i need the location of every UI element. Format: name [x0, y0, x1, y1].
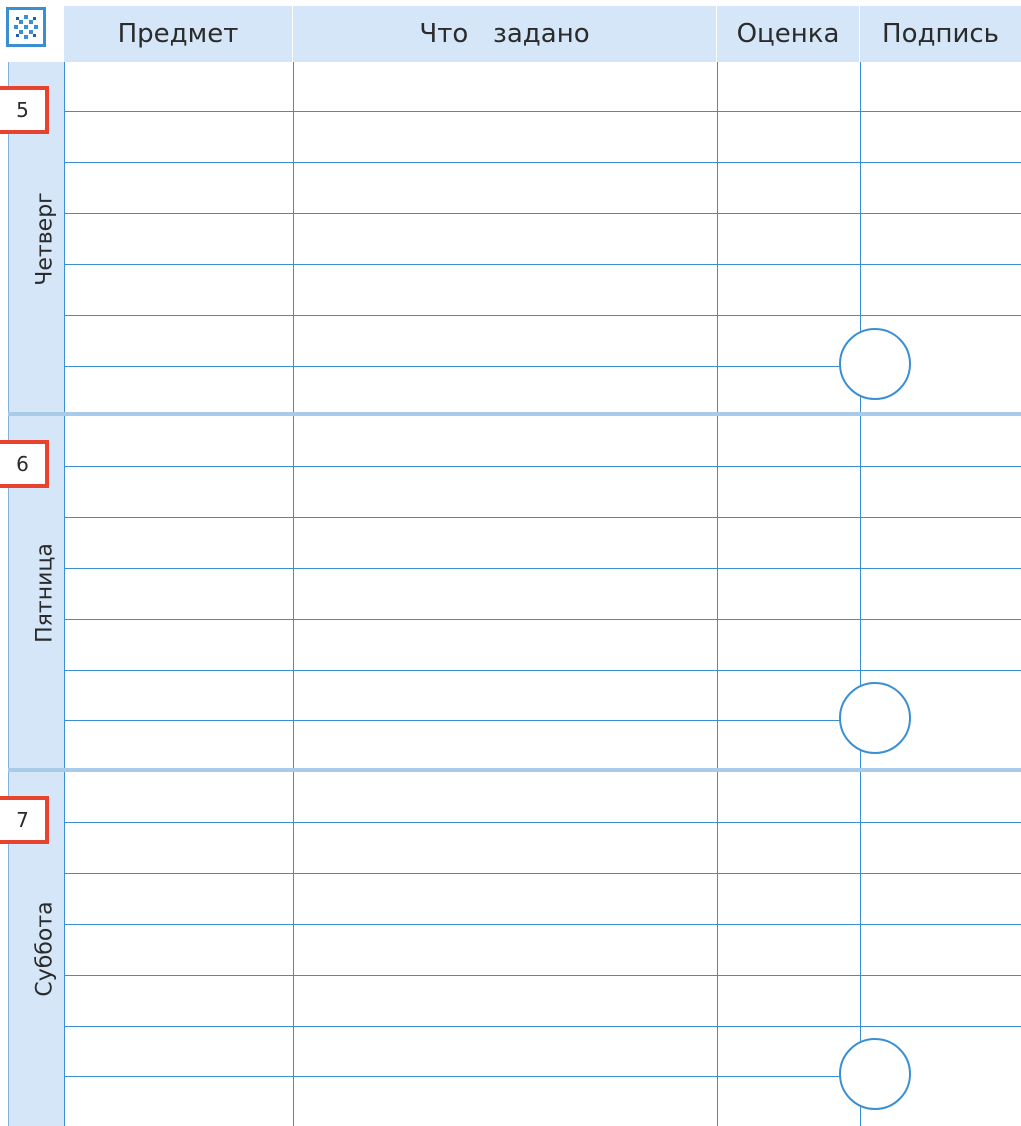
- table-row[interactable]: [65, 568, 1021, 569]
- table-row[interactable]: [65, 264, 1021, 265]
- table-row[interactable]: [65, 111, 1021, 112]
- table-row[interactable]: [65, 366, 861, 367]
- day-block-thursday: Четверг 5: [0, 62, 1021, 416]
- snowflake-ornament-icon: [6, 7, 46, 47]
- table-row[interactable]: [65, 822, 1021, 823]
- table-row[interactable]: [65, 1026, 1021, 1027]
- day-number-badge: 5: [0, 86, 49, 134]
- table-header: Предмет Что задано Оценка Подпись: [0, 0, 1021, 62]
- column-header-task: Что задано: [293, 6, 716, 62]
- day-block-friday: Пятница 6: [0, 416, 1021, 770]
- table-row[interactable]: [65, 162, 1021, 163]
- table-row[interactable]: [65, 924, 1021, 925]
- table-row[interactable]: [65, 975, 1021, 976]
- signature-circle[interactable]: [839, 1038, 911, 1110]
- signature-circle[interactable]: [839, 328, 911, 400]
- day-number-badge: 7: [0, 796, 49, 844]
- day-block-saturday: Суббота 7: [0, 772, 1021, 1126]
- table-row[interactable]: [65, 466, 1021, 467]
- day-name: Суббота: [32, 901, 58, 997]
- table-row[interactable]: [65, 619, 1021, 620]
- table-row[interactable]: [65, 213, 1021, 214]
- day-number-badge: 6: [0, 440, 49, 488]
- table-row[interactable]: [65, 517, 1021, 518]
- table-row[interactable]: [65, 873, 1021, 874]
- table-row[interactable]: [65, 315, 1021, 316]
- column-header-subject: Предмет: [64, 6, 292, 62]
- day-name: Четверг: [32, 192, 58, 286]
- table-row[interactable]: [65, 1076, 861, 1077]
- day-name: Пятница: [32, 543, 58, 643]
- column-header-grade: Оценка: [717, 6, 859, 62]
- table-row[interactable]: [65, 670, 1021, 671]
- table-row[interactable]: [65, 720, 861, 721]
- column-header-signature: Подпись: [860, 6, 1021, 62]
- signature-circle[interactable]: [839, 682, 911, 754]
